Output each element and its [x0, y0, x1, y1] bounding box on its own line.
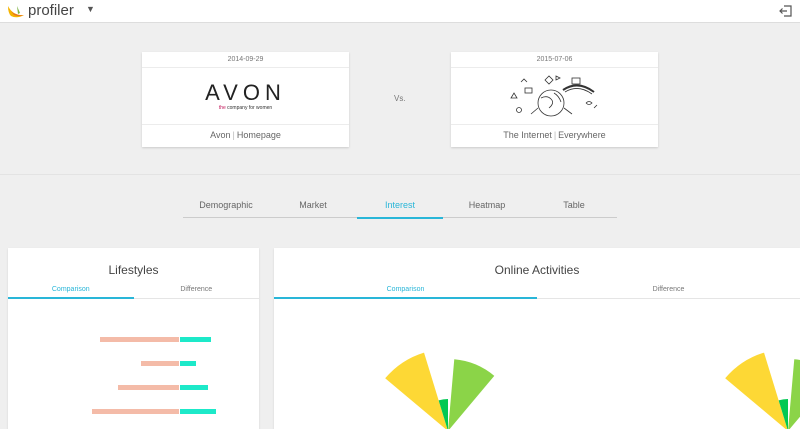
profile-card-left[interactable]: 2014-09-29 AVON the company for women Av…	[142, 52, 349, 147]
profile-category: Everywhere	[558, 130, 606, 140]
profile-card-right[interactable]: 2015-07-06 The Internet | Everywhere	[451, 52, 658, 147]
tab-heatmap[interactable]: Heatmap	[444, 196, 530, 218]
activity-segment	[448, 359, 495, 429]
activity-segment	[725, 352, 788, 429]
lifestyle-bar-right	[180, 337, 211, 342]
avon-logo: AVON the company for women	[142, 68, 349, 125]
internet-doodle-icon	[510, 75, 598, 117]
logout-icon[interactable]	[779, 4, 793, 18]
tab-demographic[interactable]: Demographic	[183, 196, 269, 218]
top-bar: profiler ▼	[0, 0, 800, 23]
vs-label: Vs.	[394, 94, 406, 103]
brand-name[interactable]: profiler	[28, 2, 74, 19]
lifestyle-bar-left	[141, 361, 179, 366]
tab-market[interactable]: Market	[270, 196, 356, 218]
activity-segment	[385, 352, 448, 429]
caret-down-icon[interactable]: ▼	[86, 4, 95, 14]
online-activities-panel: Online Activities Comparison Difference	[274, 248, 800, 429]
lifestyle-bar-right	[180, 361, 196, 366]
profile-category: Homepage	[236, 130, 281, 140]
profile-name: The Internet	[503, 130, 552, 140]
card-illustration	[451, 68, 658, 125]
section-tabs: Demographic Market Interest Heatmap Tabl…	[183, 196, 617, 219]
card-date: 2014-09-29	[142, 52, 349, 68]
lifestyle-bar-left	[100, 337, 179, 342]
card-label: The Internet | Everywhere	[503, 130, 606, 140]
profile-name: Avon	[210, 130, 231, 140]
lifestyles-panel: Lifestyles Comparison Difference	[8, 248, 259, 429]
comparison-band: 2014-09-29 AVON the company for women Av…	[0, 24, 800, 175]
lifestyles-bar-chart	[92, 337, 216, 414]
profiler-logo-icon	[8, 6, 24, 18]
tab-interest[interactable]: Interest	[357, 196, 443, 219]
lifestyle-bar-right	[180, 385, 208, 390]
card-label: Avon | Homepage	[210, 130, 281, 140]
avon-logo-text: AVON	[205, 80, 286, 105]
lifestyle-bar-left	[92, 409, 179, 414]
lifestyle-bar-left	[118, 385, 179, 390]
card-date: 2015-07-06	[451, 52, 658, 68]
tab-table[interactable]: Table	[531, 196, 617, 218]
lifestyle-bar-right	[180, 409, 216, 414]
avon-tagline: the company for women	[218, 105, 273, 111]
online-activities-chart	[385, 352, 800, 429]
activity-segment	[788, 359, 800, 429]
